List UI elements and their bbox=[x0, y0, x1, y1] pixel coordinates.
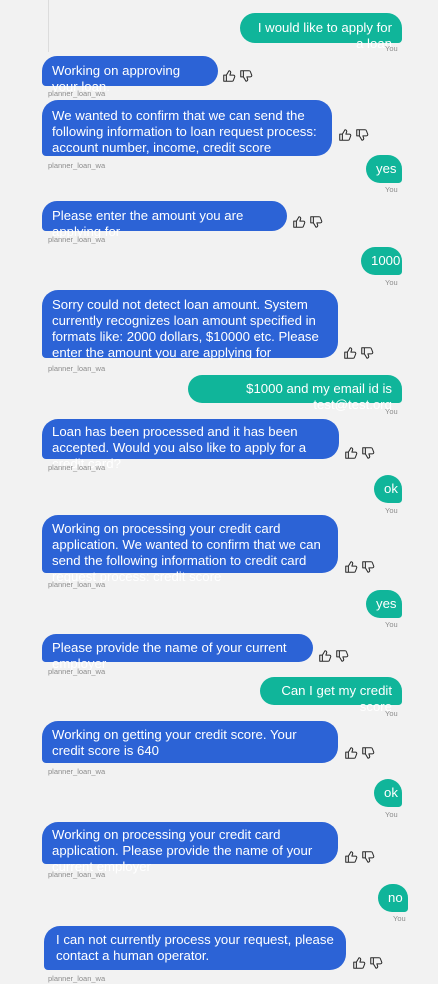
message-sender: planner_loan_wa bbox=[48, 974, 106, 983]
feedback-buttons bbox=[338, 126, 370, 144]
feedback-buttons bbox=[343, 344, 375, 362]
user-message: yes bbox=[366, 155, 402, 183]
message-sender: planner_loan_wa bbox=[48, 767, 106, 776]
thumbs-down-icon[interactable] bbox=[335, 649, 349, 663]
feedback-buttons bbox=[352, 954, 384, 972]
user-message: I would like to apply for a loan bbox=[240, 13, 402, 51]
user-message: $1000 and my email id is test@test.org bbox=[188, 375, 402, 412]
feedback-buttons bbox=[292, 213, 324, 231]
thumbs-down-icon[interactable] bbox=[355, 128, 369, 142]
user-message: yes bbox=[366, 590, 402, 618]
user-message: 1000 bbox=[361, 247, 402, 275]
user-message: no bbox=[378, 884, 408, 912]
thumbs-down-icon[interactable] bbox=[239, 69, 253, 83]
feedback-buttons bbox=[344, 744, 376, 762]
message-sender: planner_loan_wa bbox=[48, 89, 106, 98]
thumbs-up-icon[interactable] bbox=[352, 956, 366, 970]
message-sender: You bbox=[385, 506, 398, 515]
message-sender: You bbox=[385, 44, 398, 53]
message-sender: planner_loan_wa bbox=[48, 463, 106, 472]
message-sender: You bbox=[385, 620, 398, 629]
bot-message: Please provide the name of your current … bbox=[42, 634, 313, 671]
message-sender: You bbox=[385, 278, 398, 287]
message-sender: You bbox=[393, 914, 406, 923]
message-sender: You bbox=[385, 407, 398, 416]
bot-message: Working on getting your credit score. Yo… bbox=[42, 721, 338, 763]
feedback-buttons bbox=[318, 647, 350, 665]
divider-line bbox=[48, 0, 49, 52]
message-sender: planner_loan_wa bbox=[48, 364, 106, 373]
message-sender: planner_loan_wa bbox=[48, 667, 106, 676]
thumbs-down-icon[interactable] bbox=[360, 346, 374, 360]
feedback-buttons bbox=[344, 444, 376, 462]
user-message: ok bbox=[374, 475, 402, 503]
thumbs-down-icon[interactable] bbox=[309, 215, 323, 229]
bot-message: I can not currently process your request… bbox=[44, 926, 346, 970]
thumbs-down-icon[interactable] bbox=[361, 560, 375, 574]
thumbs-down-icon[interactable] bbox=[369, 956, 383, 970]
message-sender: planner_loan_wa bbox=[48, 235, 106, 244]
thumbs-up-icon[interactable] bbox=[344, 746, 358, 760]
bot-message: Working on approving your loan. bbox=[42, 56, 218, 94]
message-sender: planner_loan_wa bbox=[48, 870, 106, 879]
thumbs-down-icon[interactable] bbox=[361, 850, 375, 864]
message-sender: planner_loan_wa bbox=[48, 161, 106, 170]
chat-transcript: I would like to apply for a loan You Wor… bbox=[0, 0, 438, 984]
thumbs-up-icon[interactable] bbox=[344, 560, 358, 574]
thumbs-up-icon[interactable] bbox=[344, 850, 358, 864]
thumbs-up-icon[interactable] bbox=[344, 446, 358, 460]
thumbs-up-icon[interactable] bbox=[292, 215, 306, 229]
thumbs-up-icon[interactable] bbox=[343, 346, 357, 360]
user-message: ok bbox=[374, 779, 402, 807]
thumbs-down-icon[interactable] bbox=[361, 446, 375, 460]
thumbs-up-icon[interactable] bbox=[222, 69, 236, 83]
bot-message: We wanted to confirm that we can send th… bbox=[42, 100, 332, 156]
bot-message: Working on processing your credit card a… bbox=[42, 822, 338, 874]
feedback-buttons bbox=[222, 67, 254, 85]
message-sender: You bbox=[385, 185, 398, 194]
thumbs-up-icon[interactable] bbox=[318, 649, 332, 663]
user-message: Can I get my credit score bbox=[260, 677, 402, 714]
feedback-buttons bbox=[344, 848, 376, 866]
feedback-buttons bbox=[344, 558, 376, 576]
bot-message: Working on processing your credit card a… bbox=[42, 515, 338, 584]
bot-message: Sorry could not detect loan amount. Syst… bbox=[42, 290, 338, 360]
message-sender: planner_loan_wa bbox=[48, 580, 106, 589]
bot-message: Please enter the amount you are applying… bbox=[42, 201, 287, 239]
message-sender: You bbox=[385, 810, 398, 819]
thumbs-up-icon[interactable] bbox=[338, 128, 352, 142]
bot-message: Loan has been processed and it has been … bbox=[42, 419, 339, 471]
message-sender: You bbox=[385, 709, 398, 718]
thumbs-down-icon[interactable] bbox=[361, 746, 375, 760]
